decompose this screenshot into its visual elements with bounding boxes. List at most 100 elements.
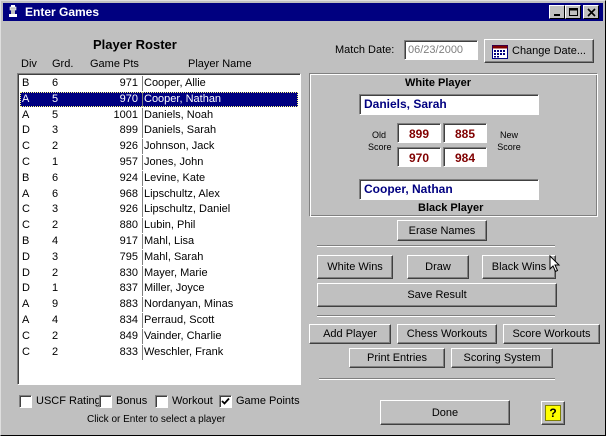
- black-player-field[interactable]: Cooper, Nathan: [359, 179, 539, 200]
- close-icon: [587, 8, 596, 17]
- table-row[interactable]: B 6 971 Cooper, Allie: [20, 76, 298, 91]
- save-result-button[interactable]: Save Result: [317, 283, 557, 307]
- game-points-checkbox[interactable]: [219, 395, 232, 408]
- table-row[interactable]: B 4 917 Mahl, Lisa: [20, 234, 298, 249]
- column-separator: [142, 328, 143, 344]
- column-separator: [142, 234, 143, 249]
- match-date-field[interactable]: 06/23/2000: [404, 40, 478, 60]
- minimize-button[interactable]: [549, 5, 565, 19]
- row-division: D: [22, 282, 30, 295]
- print-entries-button[interactable]: Print Entries: [349, 348, 445, 368]
- table-row[interactable]: A 5 970 Cooper, Nathan: [20, 91, 298, 107]
- workout-checkbox[interactable]: [155, 395, 168, 408]
- table-row[interactable]: A 9 883 Nordanyan, Minas: [20, 297, 298, 313]
- column-separator: [142, 281, 143, 297]
- table-row[interactable]: B 6 924 Levine, Kate: [20, 170, 298, 186]
- table-row[interactable]: C 2 880 Lubin, Phil: [20, 218, 298, 234]
- row-player-name: Weschler, Frank: [144, 345, 224, 358]
- row-division: B: [22, 235, 30, 247]
- change-date-button[interactable]: Change Date...: [484, 39, 594, 63]
- table-row[interactable]: C 3 926 Lipschultz, Daniel: [20, 202, 298, 218]
- table-row[interactable]: A 4 834 Perraud, Scott: [20, 313, 298, 328]
- row-grade: 5: [52, 108, 59, 121]
- row-game-points: 970: [119, 92, 138, 105]
- column-separator: [142, 170, 143, 186]
- black-player-label: Black Player: [418, 202, 484, 214]
- table-row[interactable]: D 1 837 Miller, Joyce: [20, 281, 298, 297]
- table-row[interactable]: C 2 833 Weschler, Frank: [20, 344, 298, 360]
- divider: [317, 245, 555, 247]
- row-game-points: 1001: [113, 108, 138, 121]
- window-title: Enter Games: [25, 5, 100, 19]
- row-division: A: [22, 108, 30, 121]
- row-game-points: 926: [119, 140, 138, 153]
- white-wins-button[interactable]: White Wins: [317, 255, 393, 279]
- done-button[interactable]: Done: [380, 400, 510, 425]
- row-game-points: 830: [119, 266, 138, 279]
- uscf-rating-checkbox[interactable]: [19, 395, 32, 408]
- column-separator: [142, 218, 143, 234]
- column-separator: [142, 91, 143, 107]
- black-old-score: 970: [397, 147, 441, 167]
- close-button[interactable]: [583, 5, 599, 19]
- help-icon: ?: [545, 405, 561, 421]
- table-row[interactable]: A 5 1001 Daniels, Noah: [20, 107, 298, 123]
- row-division: C: [22, 203, 30, 216]
- erase-names-button[interactable]: Erase Names: [397, 220, 487, 241]
- black-wins-button[interactable]: Black Wins: [482, 255, 556, 279]
- player-roster-list[interactable]: B 6 971 Cooper, Allie A 5 970 Cooper, Nathan A 5 1…: [17, 73, 301, 385]
- table-row[interactable]: C 2 849 Vainder, Charlie: [20, 328, 298, 344]
- white-old-score: 899: [397, 123, 441, 143]
- maximize-button[interactable]: [565, 5, 581, 19]
- row-division: C: [22, 140, 30, 153]
- roster-hint: Click or Enter to select a player: [87, 414, 226, 425]
- row-division: C: [22, 219, 30, 232]
- roster-title: Player Roster: [93, 37, 177, 52]
- row-grade: 6: [52, 77, 59, 89]
- row-grade: 4: [52, 314, 59, 326]
- game-points-label: Game Points: [236, 395, 300, 407]
- row-division: B: [22, 171, 30, 184]
- table-row[interactable]: A 6 968 Lipschultz, Alex: [20, 186, 298, 202]
- row-grade: 2: [52, 140, 59, 153]
- column-separator: [142, 186, 143, 202]
- draw-button[interactable]: Draw: [407, 255, 469, 279]
- table-row[interactable]: C 2 926 Johnson, Jack: [20, 139, 298, 155]
- row-division: C: [22, 345, 30, 358]
- add-player-button[interactable]: Add Player: [309, 324, 391, 344]
- table-row[interactable]: D 3 795 Mahl, Sarah: [20, 249, 298, 265]
- column-separator: [142, 76, 143, 91]
- divider: [317, 315, 555, 317]
- column-separator: [142, 297, 143, 313]
- row-grade: 6: [52, 171, 59, 184]
- row-game-points: 957: [119, 156, 138, 168]
- column-separator: [142, 265, 143, 281]
- column-header-game-pts: Game Pts: [90, 58, 139, 70]
- bonus-label: Bonus: [116, 395, 148, 407]
- row-game-points: 926: [119, 203, 138, 216]
- title-bar[interactable]: Enter Games: [3, 3, 603, 21]
- row-game-points: 837: [119, 282, 138, 295]
- row-division: A: [22, 92, 30, 105]
- chess-workouts-button[interactable]: Chess Workouts: [397, 324, 497, 344]
- score-workouts-button[interactable]: Score Workouts: [503, 324, 600, 344]
- table-row[interactable]: C 1 957 Jones, John: [20, 155, 298, 170]
- row-grade: 2: [52, 219, 59, 232]
- white-player-field[interactable]: Daniels, Sarah: [359, 94, 539, 115]
- row-game-points: 899: [119, 124, 138, 137]
- match-date-label: Match Date:: [335, 44, 395, 56]
- change-date-label: Change Date...: [512, 45, 586, 57]
- row-player-name: Vainder, Charlie: [144, 329, 222, 342]
- mouse-cursor-icon: [549, 255, 561, 273]
- help-button[interactable]: ?: [541, 401, 565, 425]
- enter-games-window: Enter Games Player Roster Div Grd. Game …: [0, 0, 606, 436]
- scoring-system-button[interactable]: Scoring System: [451, 348, 553, 368]
- bonus-checkbox[interactable]: [99, 395, 112, 408]
- table-row[interactable]: D 3 899 Daniels, Sarah: [20, 123, 298, 139]
- column-separator: [142, 344, 143, 360]
- column-separator: [142, 313, 143, 328]
- table-row[interactable]: D 2 830 Mayer, Marie: [20, 265, 298, 281]
- row-division: A: [22, 314, 30, 326]
- chess-piece-icon: [9, 5, 17, 17]
- row-game-points: 833: [119, 345, 138, 358]
